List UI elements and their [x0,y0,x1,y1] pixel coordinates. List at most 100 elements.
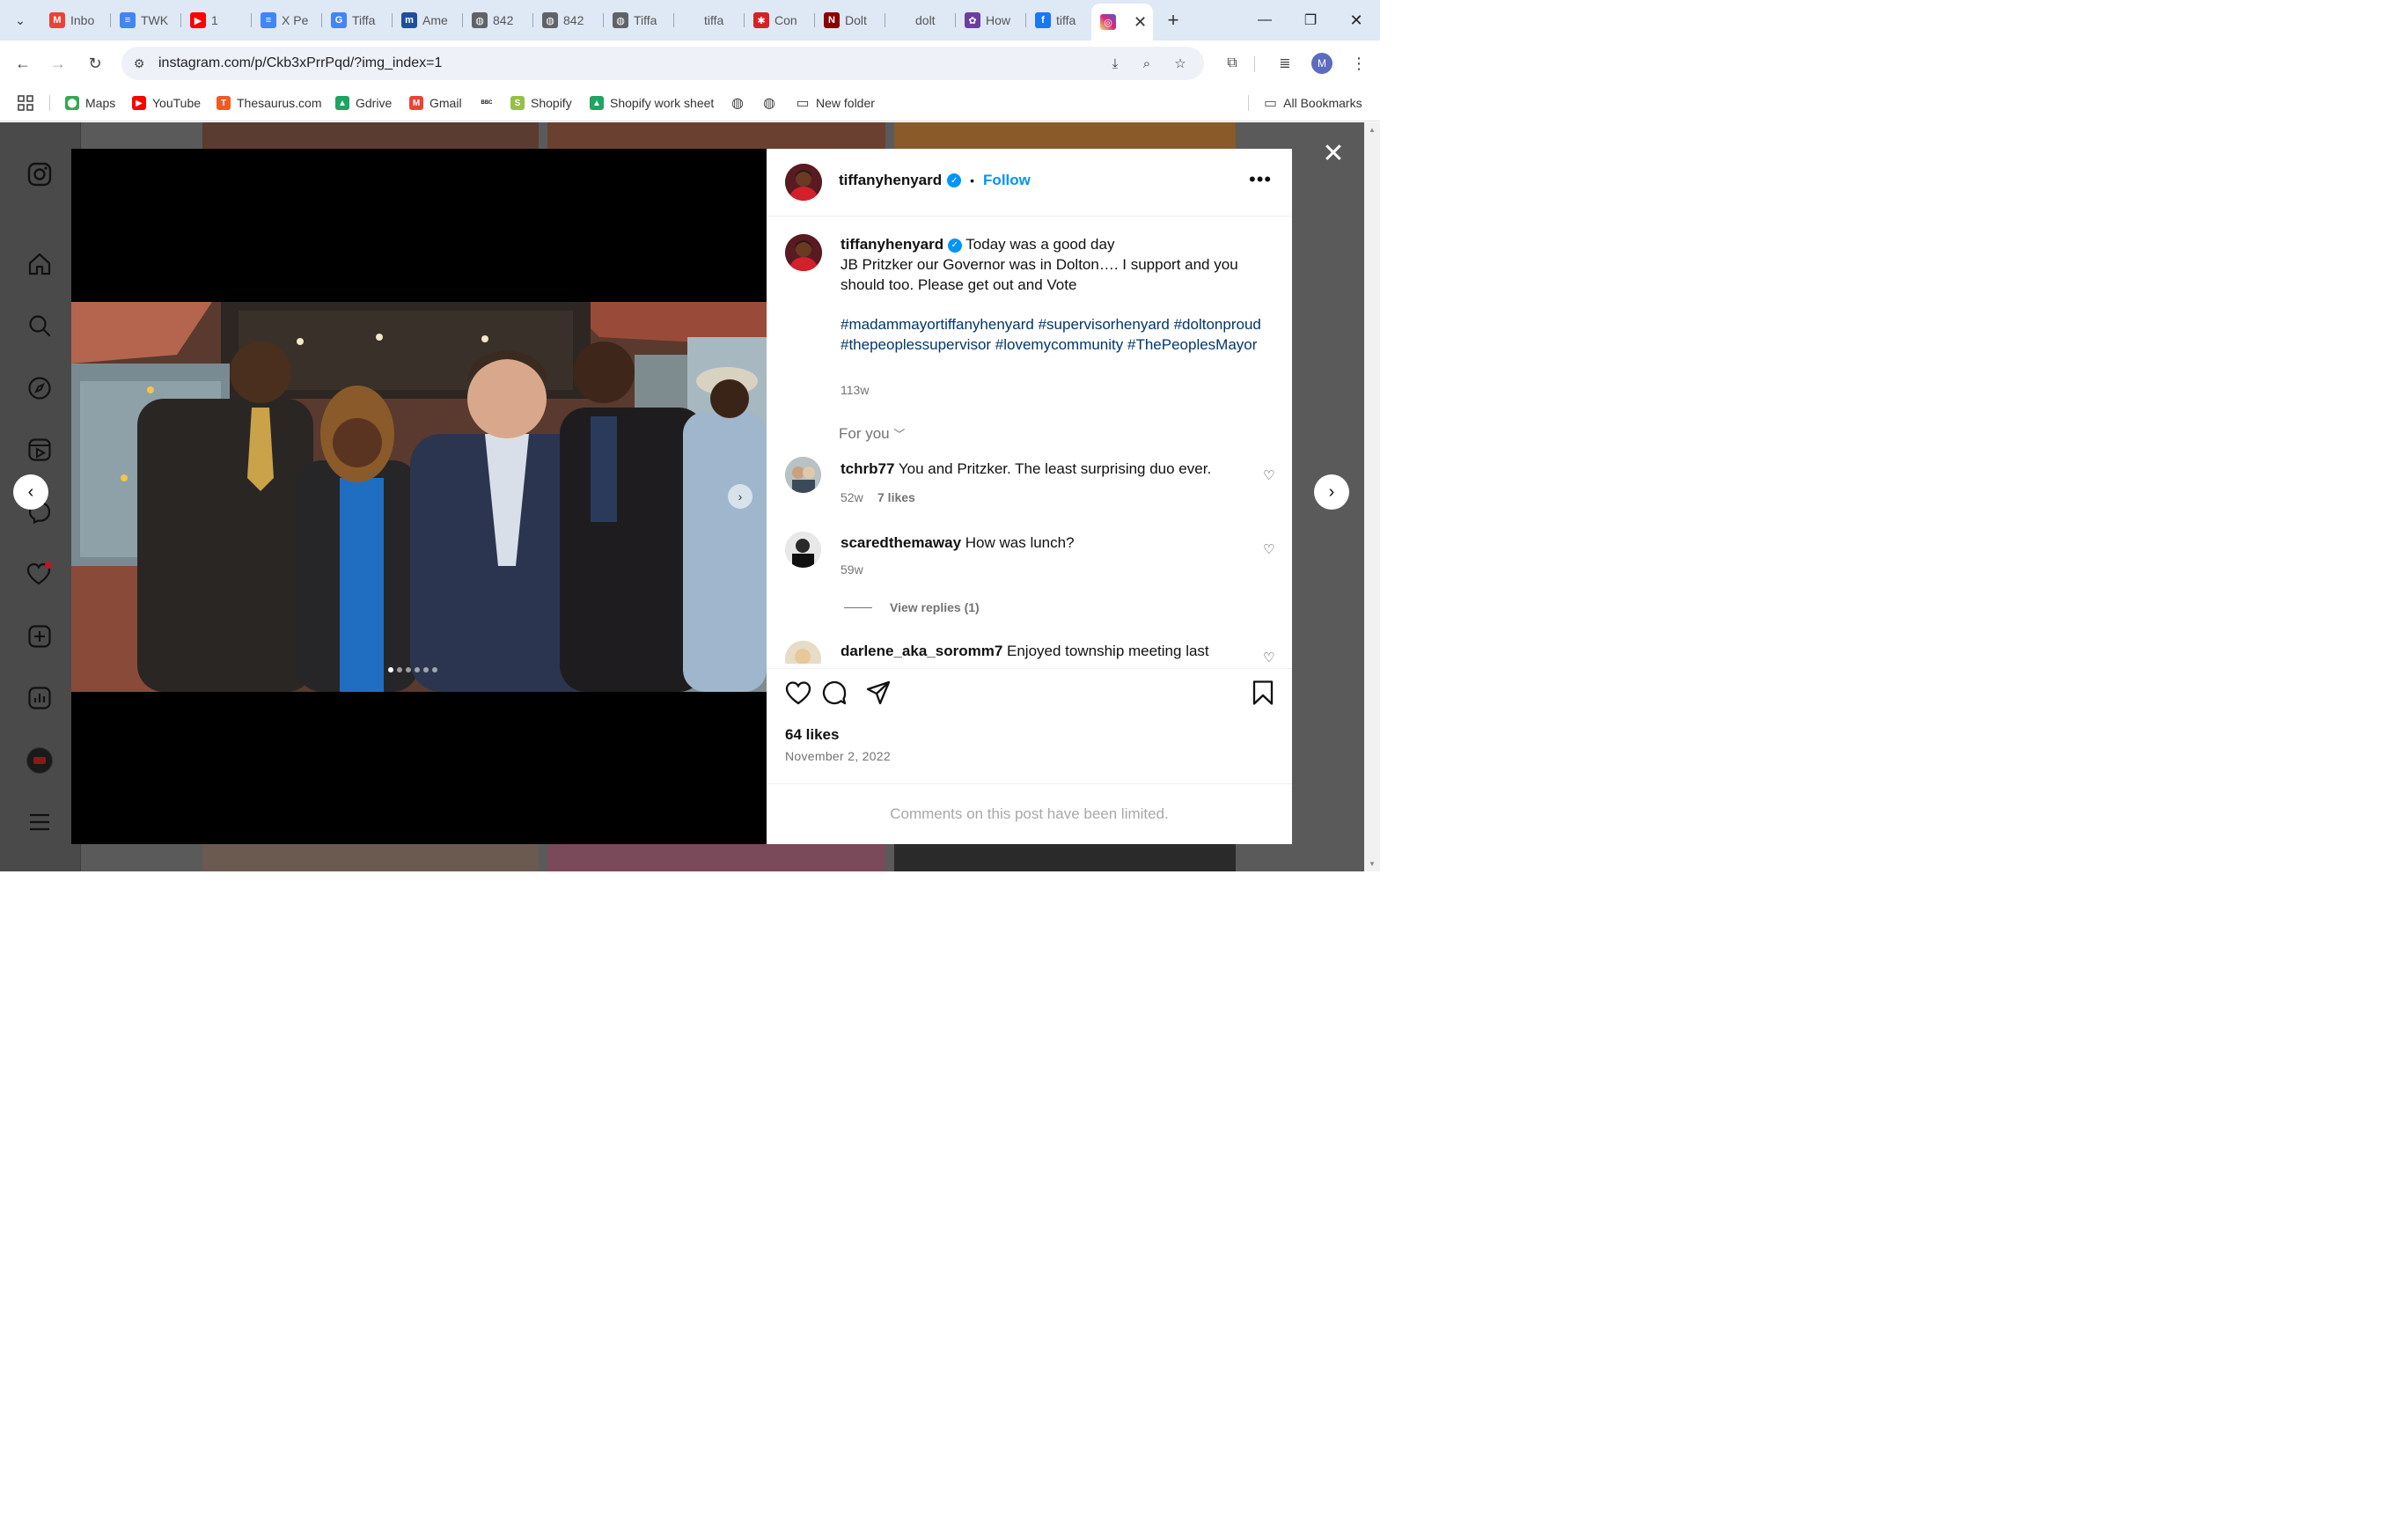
media-controls-icon[interactable]: ≣ [1271,49,1299,77]
next-post-button[interactable]: › [1314,474,1349,510]
caption-age[interactable]: 113w [841,383,869,397]
browser-tab[interactable]: ≡ X Pe [252,5,322,35]
zoom-icon[interactable]: ⌕ [1137,54,1156,73]
restore-button[interactable]: ❐ [1290,7,1331,33]
browser-tab[interactable]: ✱ Con [745,5,815,35]
carousel-dot[interactable] [388,667,393,672]
instagram-logo-icon[interactable] [25,159,55,189]
site-info-icon[interactable]: ⚙ [130,55,148,72]
more-menu-icon[interactable] [25,807,55,837]
caption-author-avatar[interactable] [785,234,822,271]
reels-icon[interactable] [25,435,55,465]
close-tab-icon[interactable]: ✕ [1134,13,1147,32]
carousel-dot[interactable] [432,667,437,672]
all-bookmarks-folder[interactable]: ▭ All Bookmarks [1264,93,1362,113]
comment-likes[interactable]: 7 likes [877,490,915,504]
comment-age[interactable]: 59w [841,562,863,577]
back-button[interactable]: ← [9,49,37,77]
scroll-down-icon[interactable]: ▼ [1369,860,1376,868]
like-count[interactable]: 64 likes [785,726,839,744]
scroll-up-icon[interactable]: ▲ [1369,126,1376,134]
commenter-avatar[interactable] [785,641,821,664]
page-scrollbar[interactable]: ▲ ▼ [1364,122,1380,871]
bookmark-item[interactable]: ◍ [730,93,745,113]
commenter-avatar[interactable] [785,532,821,568]
bookmark-item[interactable]: S Shopify [510,93,572,113]
address-url[interactable]: instagram.com/p/Ckb3xPrrPqd/?img_index=1 [158,55,442,71]
bookmark-star-icon[interactable]: ☆ [1171,54,1190,73]
bookmark-item[interactable]: T Thesaurus.com [217,93,321,113]
more-options-icon[interactable]: ••• [1249,168,1272,191]
bookmark-item[interactable]: ⬤ Maps [65,93,115,113]
close-modal-icon[interactable]: ✕ [1320,139,1347,168]
browser-tab[interactable]: M Inbo [40,5,111,35]
browser-tab[interactable]: N Dolt [815,5,885,35]
apps-grid-icon[interactable] [18,93,33,113]
author-avatar[interactable] [785,164,822,201]
view-replies-link[interactable]: View replies (1) [890,600,980,614]
caption-username[interactable]: tiffanyhenyard [841,236,943,253]
browser-tab[interactable]: f tiffa [1026,5,1097,35]
bookmark-item[interactable]: BBC [478,93,496,113]
caption-hashtags[interactable]: #madammayortiffanyhenyard #supervisorhen… [841,314,1263,355]
comment-username[interactable]: tchrb77 [841,460,894,477]
bookmark-item[interactable]: ▲ Shopify work sheet [590,93,714,113]
browser-tab[interactable]: ◍ 842 [463,5,533,35]
comment-age[interactable]: 52w [841,490,863,504]
forward-button[interactable]: → [44,49,72,77]
comment-sort-dropdown[interactable]: For you ﹀ [839,425,905,443]
follow-button[interactable]: Follow [983,172,1031,189]
previous-post-button[interactable]: ‹ [13,474,48,510]
create-post-icon[interactable] [25,621,55,651]
like-heart-icon[interactable] [784,679,812,707]
share-send-icon[interactable] [864,679,892,707]
explore-icon[interactable] [25,373,55,403]
save-bookmark-icon[interactable] [1249,679,1277,707]
bookmark-item[interactable]: M Gmail [409,93,462,113]
comment-bubble-icon[interactable] [820,679,848,707]
dashboard-icon[interactable] [25,683,55,713]
bookmark-item[interactable]: ◍ [762,93,776,113]
tab-instagram-active[interactable]: ◎ ✕ [1091,4,1153,40]
profile-avatar-icon[interactable] [25,746,55,775]
browser-tab[interactable]: ≡ TWK [111,5,181,35]
browser-tab[interactable]: tiffa [674,5,745,35]
notifications-heart-icon[interactable] [25,559,55,589]
reload-button[interactable]: ↻ [81,49,109,77]
browser-tab[interactable]: dolt [885,5,956,35]
browser-tab[interactable]: ◍ 842 [533,5,604,35]
profile-avatar[interactable]: M [1311,53,1332,74]
carousel-dot[interactable] [415,667,420,672]
search-icon[interactable] [25,311,55,341]
comment-username[interactable]: scaredthemaway [841,534,961,551]
bookmark-item[interactable]: ▭ New folder [796,93,874,113]
browser-tab[interactable]: ✿ How [956,5,1026,35]
like-comment-heart-icon[interactable]: ♡ [1263,541,1277,557]
address-bar[interactable]: ⚙ instagram.com/p/Ckb3xPrrPqd/?img_index… [121,47,1204,80]
new-tab-button[interactable]: + [1160,7,1186,33]
extensions-icon[interactable]: ⧉ [1218,49,1246,77]
close-window-button[interactable]: ✕ [1336,7,1377,33]
browser-tab[interactable]: m Ame [393,5,463,35]
like-comment-heart-icon[interactable]: ♡ [1263,467,1277,483]
post-photo[interactable]: › [71,302,767,692]
browser-tab[interactable]: ▶ 1 [181,5,252,35]
tab-search-dropdown[interactable]: ⌄ [7,7,33,33]
commenter-avatar[interactable] [785,457,821,493]
minimize-button[interactable]: — [1244,7,1285,33]
comment-username[interactable]: darlene_aka_soromm7 [841,643,1002,659]
carousel-dot[interactable] [423,667,429,672]
carousel-dot[interactable] [397,667,402,672]
browser-tab[interactable]: ◍ Tiffa [604,5,674,35]
post-date[interactable]: November 2, 2022 [785,749,891,763]
browser-menu-icon[interactable]: ⋮ [1345,49,1373,77]
author-username[interactable]: tiffanyhenyard [839,172,942,189]
next-photo-button[interactable]: › [728,484,752,509]
home-icon[interactable] [25,249,55,279]
browser-tab[interactable]: G Tiffa [322,5,393,35]
carousel-dot[interactable] [406,667,411,672]
bookmark-item[interactable]: ▲ Gdrive [335,93,392,113]
install-app-icon[interactable]: ⤓ [1105,54,1125,73]
like-comment-heart-icon[interactable]: ♡ [1263,650,1277,664]
bookmark-item[interactable]: ▶ YouTube [132,93,201,113]
